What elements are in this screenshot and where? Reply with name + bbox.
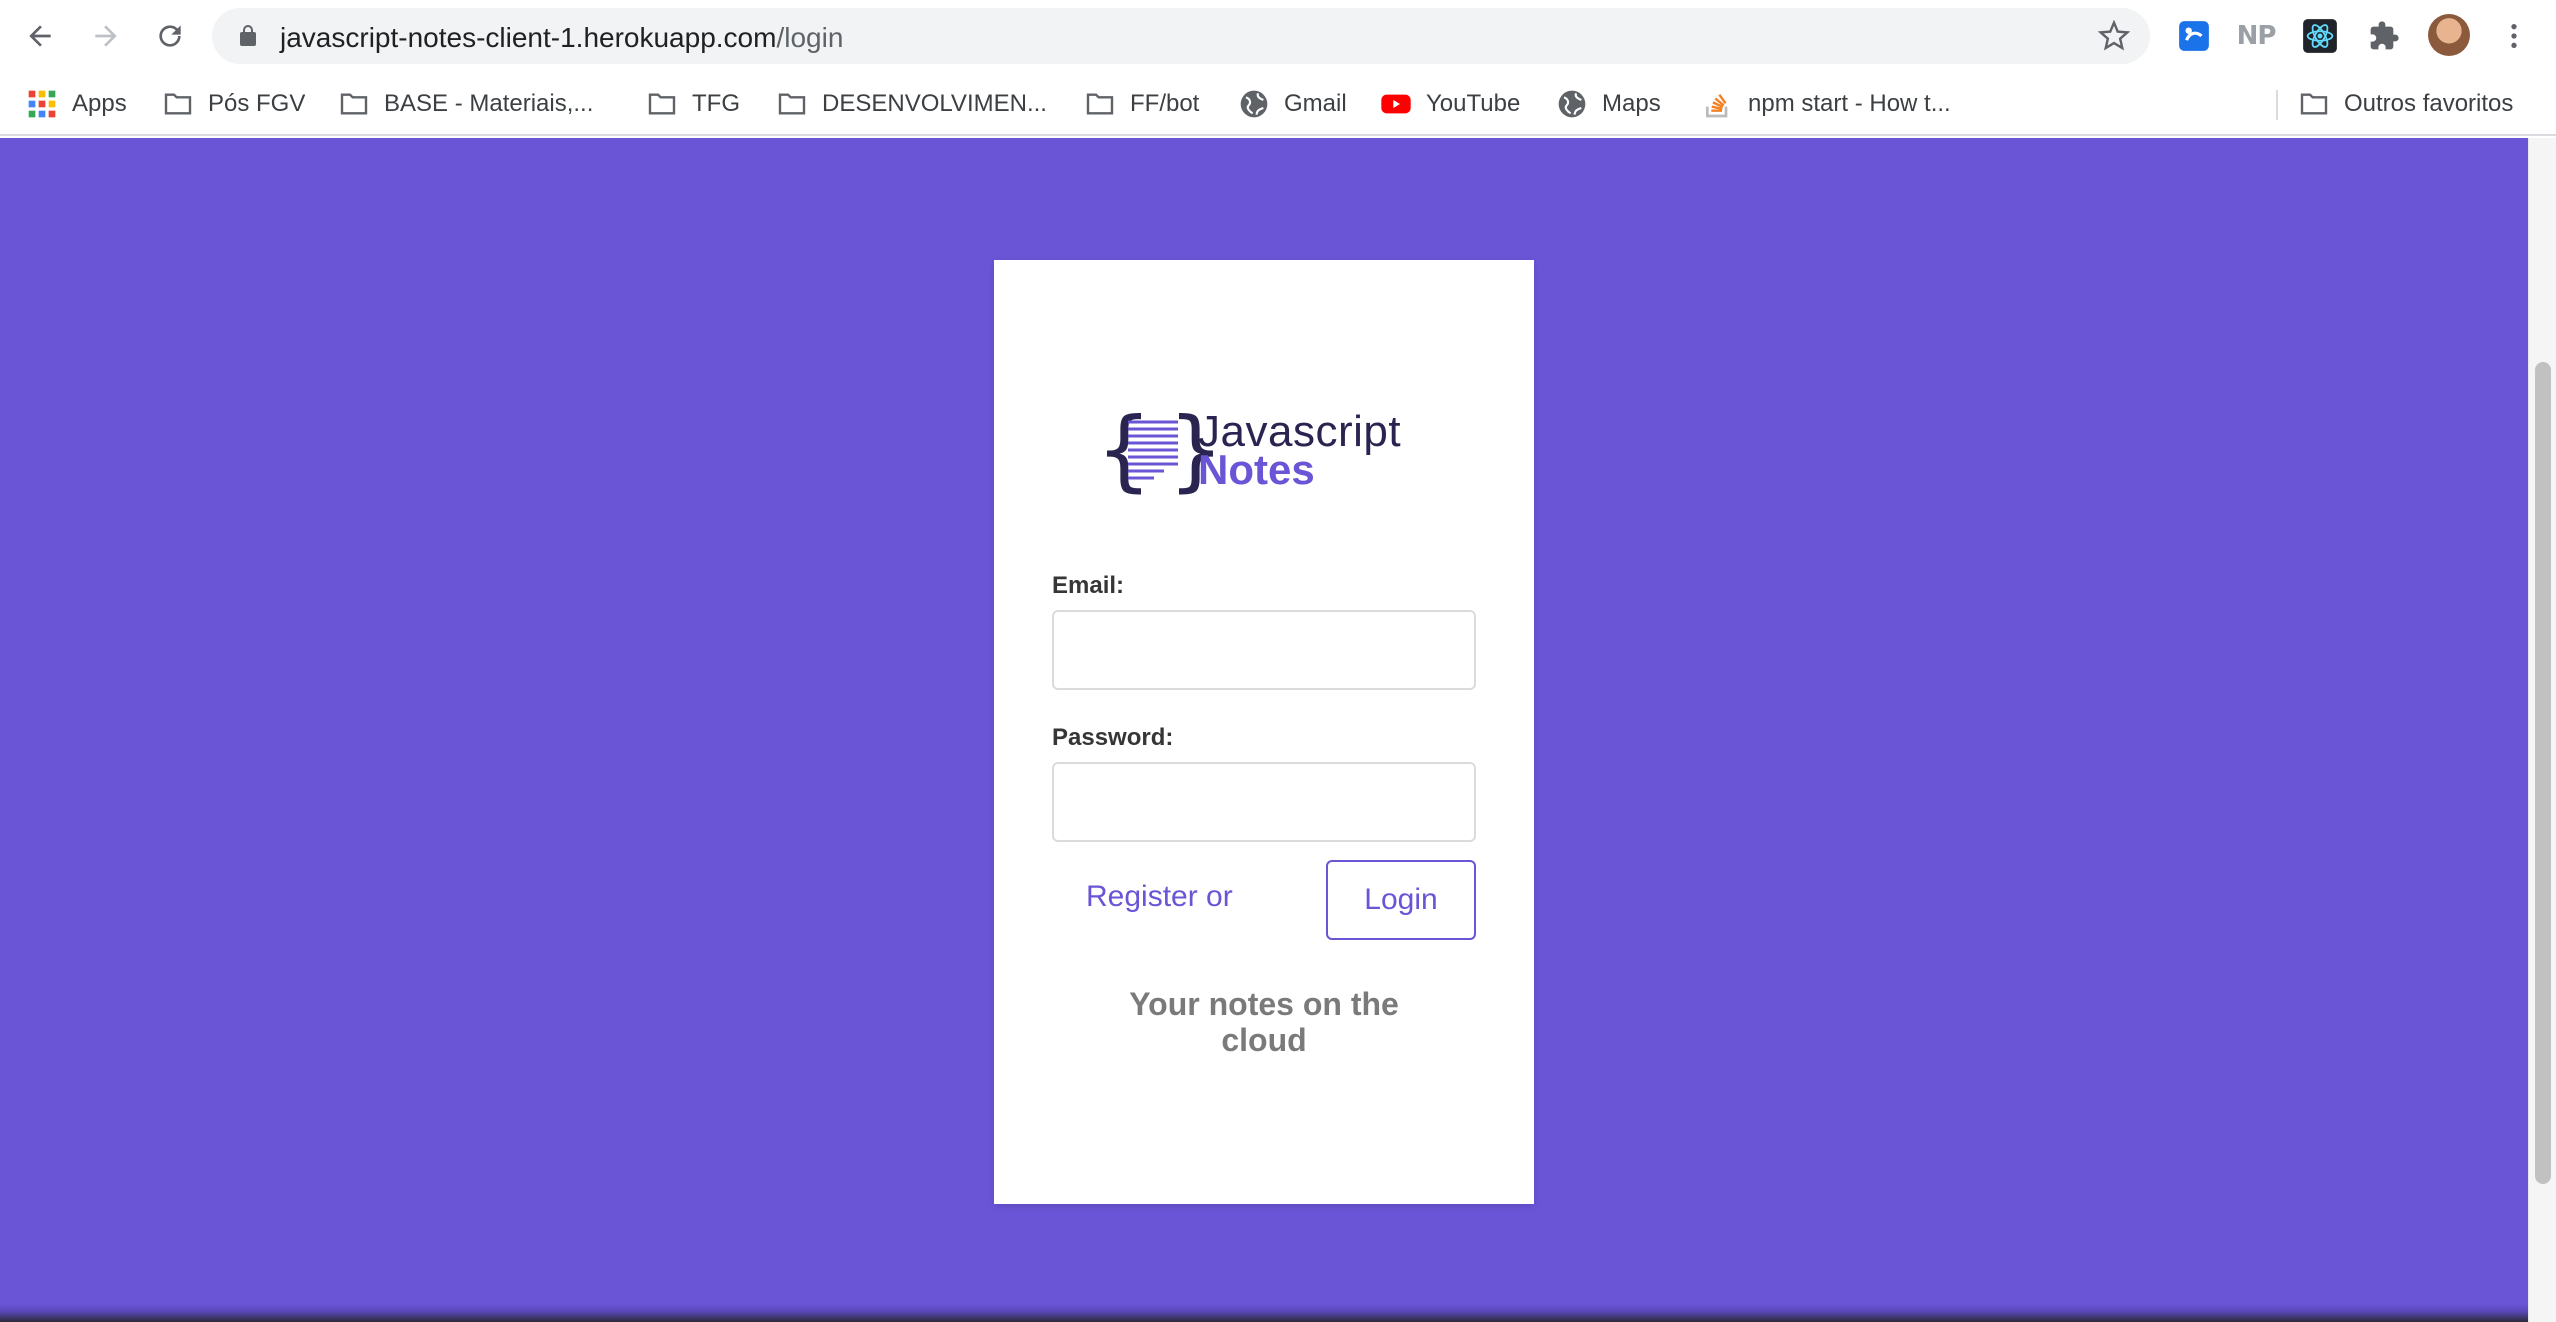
youtube-icon bbox=[1381, 94, 1411, 114]
bookmark-desenvolvimento[interactable]: DESENVOLVIMEN... bbox=[776, 84, 1047, 124]
arrow-left-icon bbox=[29, 25, 51, 47]
extensions-puzzle-icon[interactable] bbox=[2364, 16, 2404, 56]
url-host: javascript-notes-client-1.herokuapp.com bbox=[280, 22, 777, 53]
folder-icon bbox=[164, 93, 192, 115]
scrollbar-thumb[interactable] bbox=[2535, 362, 2551, 1184]
folder-icon bbox=[778, 93, 806, 115]
forward-button[interactable] bbox=[86, 16, 126, 56]
bookmark-base-materiais[interactable]: BASE - Materiais,... bbox=[338, 84, 593, 124]
address-bar[interactable]: javascript-notes-client-1.herokuapp.com/… bbox=[212, 8, 2150, 64]
tagline: Your notes on the cloud bbox=[994, 986, 1534, 1058]
browser-toolbar: javascript-notes-client-1.herokuapp.com/… bbox=[0, 0, 2556, 72]
page-bottom-edge bbox=[0, 1304, 2528, 1322]
apps-grid-icon bbox=[28, 90, 56, 118]
login-button[interactable]: Login bbox=[1326, 860, 1476, 940]
register-link[interactable]: Register or bbox=[1086, 880, 1233, 914]
profile-avatar[interactable] bbox=[2428, 14, 2470, 56]
bookmark-label: Maps bbox=[1602, 90, 1661, 117]
bookmark-label: DESENVOLVIMEN... bbox=[822, 90, 1047, 117]
globe-icon bbox=[1240, 90, 1268, 118]
np-extension-label: NP bbox=[2236, 21, 2277, 51]
arrow-right-icon bbox=[95, 25, 117, 47]
tagline-line-2: cloud bbox=[1221, 1022, 1307, 1058]
bookmark-youtube[interactable]: YouTube bbox=[1380, 84, 1520, 124]
password-field[interactable] bbox=[1052, 762, 1476, 842]
menu-kebab-icon[interactable] bbox=[2494, 16, 2534, 56]
bookmark-label: npm start - How t... bbox=[1748, 90, 1951, 117]
folder-icon bbox=[2300, 93, 2328, 115]
page-viewport: { } Javascript Notes Email: Password: Re… bbox=[0, 138, 2528, 1322]
bookmark-tfg[interactable]: TFG bbox=[646, 84, 740, 124]
bookmarks-separator bbox=[2276, 90, 2278, 120]
reload-button[interactable] bbox=[150, 16, 190, 56]
password-label: Password: bbox=[1052, 724, 1174, 751]
bookmark-label: Apps bbox=[72, 90, 127, 117]
bookmark-npm-start[interactable]: npm start - How t... bbox=[1702, 84, 1951, 124]
bookmark-ff-bot[interactable]: FF/bot bbox=[1084, 84, 1199, 124]
page-scrollbar[interactable] bbox=[2528, 138, 2556, 1322]
bookmark-label: Pós FGV bbox=[208, 90, 306, 117]
reload-icon bbox=[159, 25, 181, 47]
lock-icon bbox=[240, 25, 256, 46]
bookmark-label: BASE - Materiais,... bbox=[384, 90, 594, 117]
folder-icon bbox=[340, 93, 368, 115]
bookmarks-bar: Apps Pós FGV BASE - Materiais,... TFG DE… bbox=[0, 72, 2556, 136]
bookmark-label: TFG bbox=[692, 90, 740, 117]
url-text: javascript-notes-client-1.herokuapp.com/… bbox=[280, 22, 843, 54]
bookmark-star-icon[interactable] bbox=[2098, 20, 2130, 52]
bookmark-label: YouTube bbox=[1426, 90, 1521, 117]
bookmark-outros-favoritos[interactable]: Outros favoritos bbox=[2298, 84, 2513, 124]
globe-icon bbox=[1558, 90, 1586, 118]
javascript-notes-logo: { } Javascript Notes bbox=[1096, 406, 1432, 494]
folder-icon bbox=[648, 93, 676, 115]
bookmark-apps[interactable]: Apps bbox=[26, 84, 127, 124]
np-extension-icon[interactable]: NP bbox=[2236, 16, 2277, 56]
bookmark-label: Outros favoritos bbox=[2344, 90, 2514, 117]
bookmark-label: FF/bot bbox=[1130, 90, 1200, 117]
bookmark-label: Gmail bbox=[1284, 90, 1347, 117]
bookmark-gmail[interactable]: Gmail bbox=[1238, 84, 1347, 124]
logo-subtitle: Notes bbox=[1198, 446, 1315, 493]
url-path: /login bbox=[776, 22, 844, 53]
login-card: { } Javascript Notes Email: Password: Re… bbox=[994, 260, 1534, 1204]
tagline-line-1: Your notes on the bbox=[1129, 986, 1399, 1022]
back-button[interactable] bbox=[20, 16, 60, 56]
extension-blue-icon[interactable] bbox=[2174, 16, 2214, 56]
bookmark-maps[interactable]: Maps bbox=[1556, 84, 1661, 124]
email-label: Email: bbox=[1052, 572, 1125, 599]
folder-icon bbox=[1086, 93, 1114, 115]
stackoverflow-icon bbox=[1706, 93, 1728, 118]
email-field[interactable] bbox=[1052, 610, 1476, 690]
bookmark-pos-fgv[interactable]: Pós FGV bbox=[162, 84, 305, 124]
react-devtools-icon[interactable] bbox=[2300, 16, 2340, 56]
